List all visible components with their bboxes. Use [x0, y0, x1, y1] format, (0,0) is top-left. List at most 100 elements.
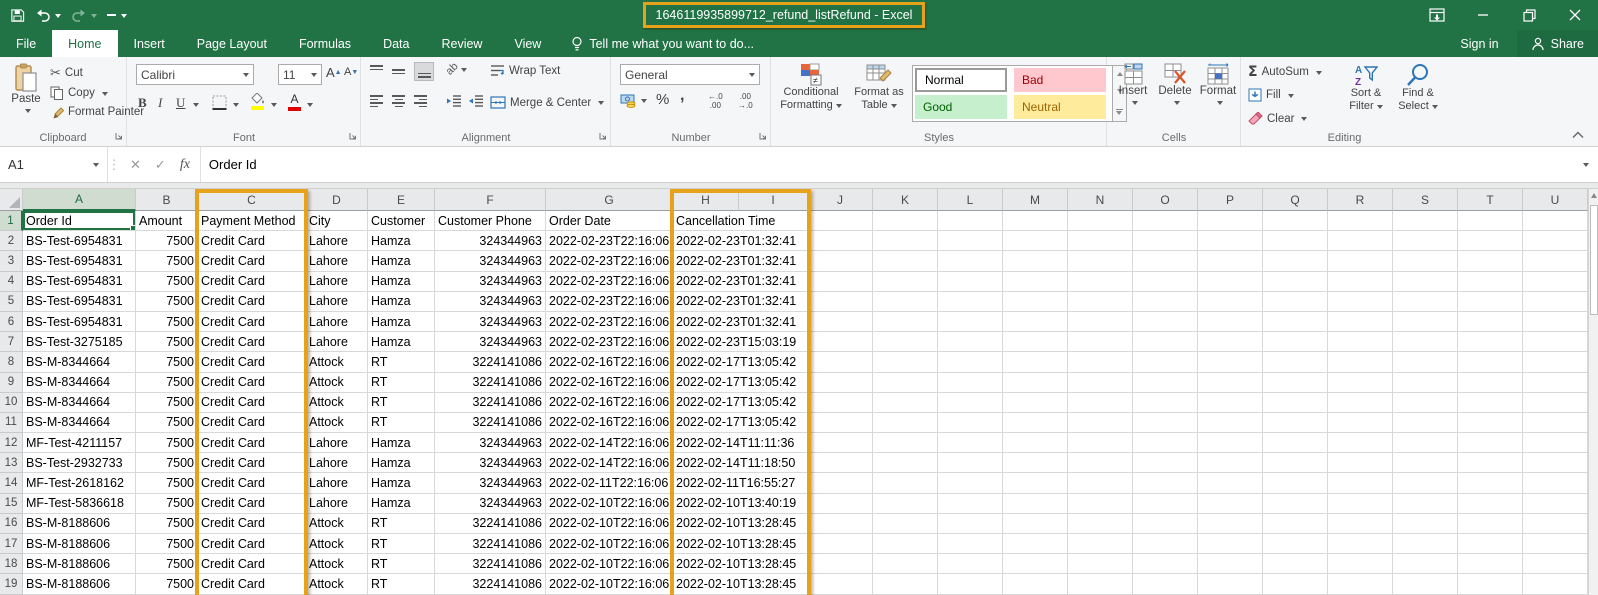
- cell-G4[interactable]: 2022-02-23T22:16:06: [546, 272, 673, 292]
- cell-H1[interactable]: Cancellation Time: [673, 211, 739, 231]
- cell-N3[interactable]: [1068, 251, 1133, 271]
- cell-B4[interactable]: 7500: [136, 272, 198, 292]
- cell-U17[interactable]: [1523, 534, 1588, 554]
- cell-C14[interactable]: Credit Card: [198, 473, 306, 493]
- cell-L16[interactable]: [938, 514, 1003, 534]
- cell-S19[interactable]: [1393, 574, 1458, 594]
- row-header-10[interactable]: 10: [0, 393, 23, 413]
- cell-K16[interactable]: [873, 514, 938, 534]
- cell-Q1[interactable]: [1263, 211, 1328, 231]
- cell-L1[interactable]: [938, 211, 1003, 231]
- cell-Q17[interactable]: [1263, 534, 1328, 554]
- cell-H17[interactable]: 2022-02-10T13:28:45: [673, 534, 739, 554]
- cell-U19[interactable]: [1523, 574, 1588, 594]
- cell-S13[interactable]: [1393, 453, 1458, 473]
- cell-U3[interactable]: [1523, 251, 1588, 271]
- cell-T13[interactable]: [1458, 453, 1523, 473]
- cell-F1[interactable]: Customer Phone: [435, 211, 546, 231]
- cell-R18[interactable]: [1328, 554, 1393, 574]
- column-header-Q[interactable]: Q: [1263, 189, 1328, 211]
- cell-U10[interactable]: [1523, 393, 1588, 413]
- column-header-T[interactable]: T: [1458, 189, 1523, 211]
- cell-N5[interactable]: [1068, 292, 1133, 312]
- cell-M8[interactable]: [1003, 352, 1068, 372]
- cell-A16[interactable]: BS-M-8188606: [23, 514, 136, 534]
- cell-R12[interactable]: [1328, 433, 1393, 453]
- cell-C18[interactable]: Credit Card: [198, 554, 306, 574]
- cell-P18[interactable]: [1198, 554, 1263, 574]
- font-color-dropdown-arrow[interactable]: [307, 103, 313, 110]
- cell-E7[interactable]: Hamza: [368, 332, 435, 352]
- cell-S4[interactable]: [1393, 272, 1458, 292]
- cell-P4[interactable]: [1198, 272, 1263, 292]
- cell-P13[interactable]: [1198, 453, 1263, 473]
- cell-U15[interactable]: [1523, 494, 1588, 514]
- tab-formulas[interactable]: Formulas: [283, 30, 367, 57]
- restore-button[interactable]: [1506, 0, 1552, 30]
- cell-C13[interactable]: Credit Card: [198, 453, 306, 473]
- cell-D9[interactable]: Attock: [306, 373, 368, 393]
- confirm-entry-button[interactable]: ✓: [155, 157, 166, 173]
- cell-T3[interactable]: [1458, 251, 1523, 271]
- cell-T9[interactable]: [1458, 373, 1523, 393]
- cell-S16[interactable]: [1393, 514, 1458, 534]
- column-header-A[interactable]: A: [23, 189, 136, 211]
- tab-review[interactable]: Review: [425, 30, 498, 57]
- cell-H15[interactable]: 2022-02-10T13:40:19: [673, 494, 739, 514]
- cell-P2[interactable]: [1198, 231, 1263, 251]
- cell-K19[interactable]: [873, 574, 938, 594]
- cell-L15[interactable]: [938, 494, 1003, 514]
- name-box[interactable]: A1: [0, 147, 108, 182]
- cell-G15[interactable]: 2022-02-10T22:16:06: [546, 494, 673, 514]
- cell-R4[interactable]: [1328, 272, 1393, 292]
- fill-color-dropdown-arrow[interactable]: [271, 103, 277, 110]
- cell-E14[interactable]: Hamza: [368, 473, 435, 493]
- cell-H10[interactable]: 2022-02-17T13:05:42: [673, 393, 739, 413]
- cell-C19[interactable]: Credit Card: [198, 574, 306, 594]
- cell-P14[interactable]: [1198, 473, 1263, 493]
- cell-Q6[interactable]: [1263, 312, 1328, 332]
- cell-P16[interactable]: [1198, 514, 1263, 534]
- font-size-combo[interactable]: 11: [278, 64, 322, 85]
- cell-B17[interactable]: 7500: [136, 534, 198, 554]
- cell-C4[interactable]: Credit Card: [198, 272, 306, 292]
- cell-N12[interactable]: [1068, 433, 1133, 453]
- cell-H5[interactable]: 2022-02-23T01:32:41: [673, 292, 739, 312]
- comma-style-button[interactable]: ,: [680, 87, 684, 105]
- cell-F6[interactable]: 324344963: [435, 312, 546, 332]
- cell-D14[interactable]: Lahore: [306, 473, 368, 493]
- tab-data[interactable]: Data: [367, 30, 425, 57]
- cell-S8[interactable]: [1393, 352, 1458, 372]
- cell-G11[interactable]: 2022-02-16T22:16:06: [546, 413, 673, 433]
- cell-M7[interactable]: [1003, 332, 1068, 352]
- cell-T4[interactable]: [1458, 272, 1523, 292]
- cell-L9[interactable]: [938, 373, 1003, 393]
- cell-J18[interactable]: [808, 554, 873, 574]
- row-header-7[interactable]: 7: [0, 332, 23, 352]
- fill-button[interactable]: Fill: [1248, 88, 1294, 102]
- conditional-formatting-button[interactable]: ≠ Conditional Formatting: [776, 62, 846, 112]
- cell-L11[interactable]: [938, 413, 1003, 433]
- cell-P19[interactable]: [1198, 574, 1263, 594]
- cell-D11[interactable]: Attock: [306, 413, 368, 433]
- row-header-2[interactable]: 2: [0, 231, 23, 251]
- cell-A6[interactable]: BS-Test-6954831: [23, 312, 136, 332]
- decrease-indent-button[interactable]: [446, 95, 462, 107]
- cell-N8[interactable]: [1068, 352, 1133, 372]
- cell-Q9[interactable]: [1263, 373, 1328, 393]
- cell-Q7[interactable]: [1263, 332, 1328, 352]
- cell-D6[interactable]: Lahore: [306, 312, 368, 332]
- row-header-6[interactable]: 6: [0, 312, 23, 332]
- cell-C11[interactable]: Credit Card: [198, 413, 306, 433]
- cell-C5[interactable]: Credit Card: [198, 292, 306, 312]
- delete-cells-button[interactable]: Delete: [1156, 63, 1194, 106]
- column-header-S[interactable]: S: [1393, 189, 1458, 211]
- column-header-O[interactable]: O: [1133, 189, 1198, 211]
- cell-E3[interactable]: Hamza: [368, 251, 435, 271]
- cell-H11[interactable]: 2022-02-17T13:05:42: [673, 413, 739, 433]
- cell-T2[interactable]: [1458, 231, 1523, 251]
- cell-Q16[interactable]: [1263, 514, 1328, 534]
- cell-Q5[interactable]: [1263, 292, 1328, 312]
- cell-S9[interactable]: [1393, 373, 1458, 393]
- cell-O1[interactable]: [1133, 211, 1198, 231]
